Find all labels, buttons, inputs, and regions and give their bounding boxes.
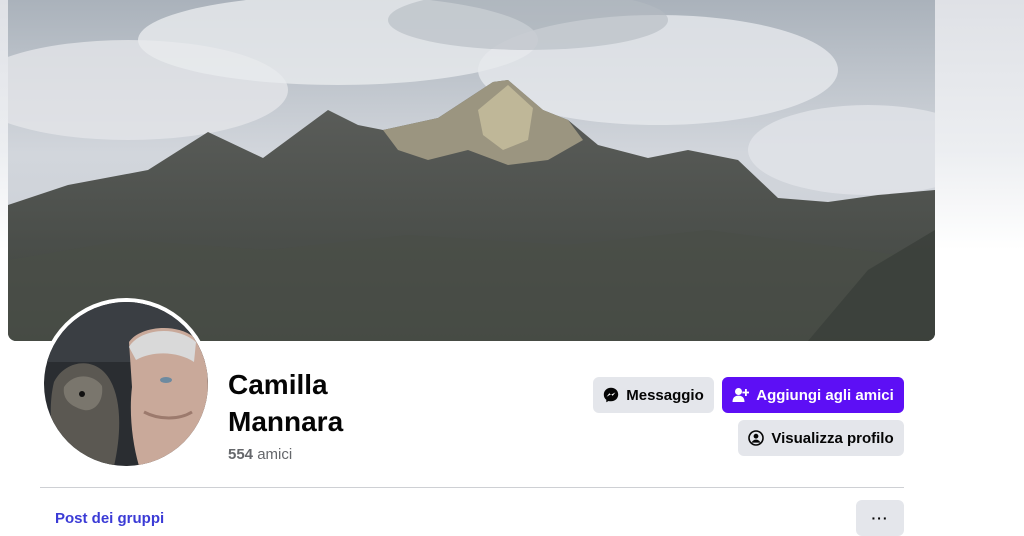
add-user-icon bbox=[732, 387, 750, 403]
cover-photo[interactable] bbox=[8, 0, 935, 341]
profile-name: Camilla Mannara bbox=[228, 366, 488, 440]
message-button[interactable]: Messaggio bbox=[593, 377, 714, 413]
profile-picture[interactable] bbox=[40, 298, 212, 470]
friends-count[interactable]: 554 amici bbox=[228, 446, 292, 463]
first-name: Camilla bbox=[228, 369, 328, 400]
friends-label: amici bbox=[257, 446, 293, 463]
friends-number: 554 bbox=[228, 446, 254, 463]
header-divider bbox=[40, 487, 904, 488]
view-profile-button[interactable]: Visualizza profilo bbox=[738, 420, 904, 456]
last-name: Mannara bbox=[228, 406, 344, 437]
message-label: Messaggio bbox=[626, 386, 704, 404]
add-friend-button[interactable]: Aggiungi agli amici bbox=[722, 377, 904, 413]
add-friend-label: Aggiungi agli amici bbox=[756, 386, 894, 404]
user-circle-icon bbox=[748, 430, 765, 446]
view-profile-label: Visualizza profilo bbox=[771, 429, 894, 447]
more-options-button[interactable]: ··· bbox=[856, 500, 904, 536]
tab-group-posts[interactable]: Post dei gruppi bbox=[55, 510, 164, 527]
messenger-icon bbox=[603, 387, 619, 403]
avatar bbox=[44, 302, 208, 466]
more-icon: ··· bbox=[871, 510, 889, 526]
